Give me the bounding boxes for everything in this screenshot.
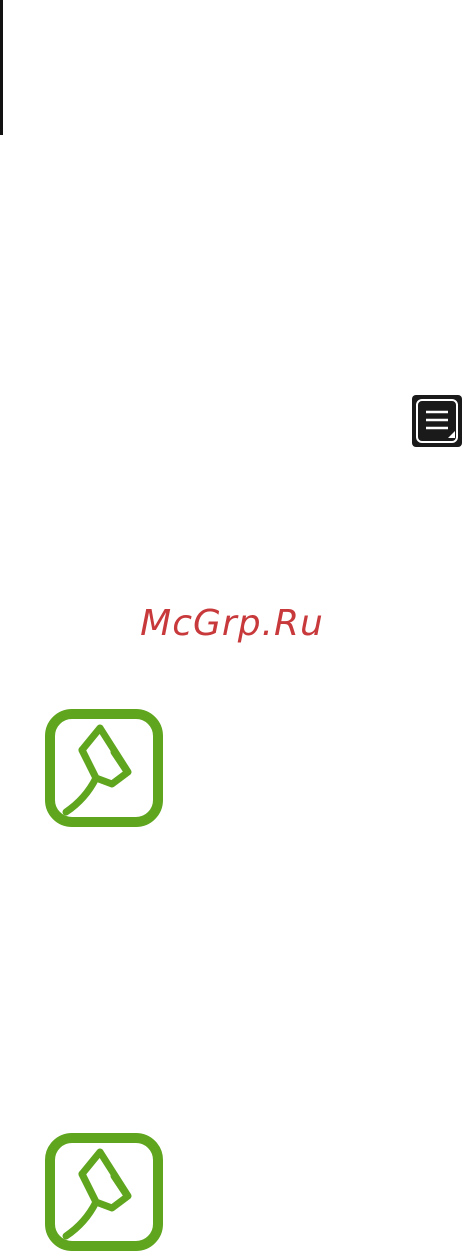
note-pencil-icon bbox=[44, 708, 164, 828]
watermark-text: McGrp.Ru bbox=[140, 603, 324, 644]
menu-key-icon bbox=[412, 395, 462, 447]
note-pencil-icon bbox=[44, 1132, 164, 1252]
page-edge-bar bbox=[0, 0, 3, 135]
